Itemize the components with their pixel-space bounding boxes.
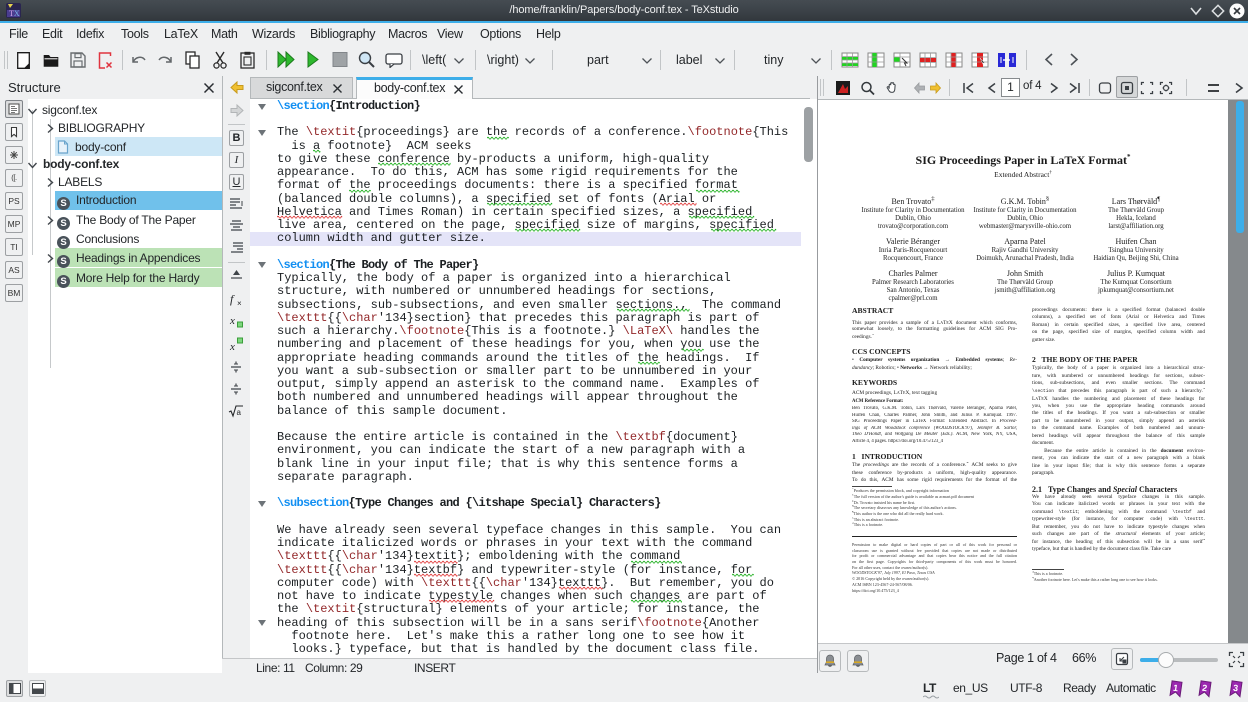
svg-text:a: a xyxy=(237,408,242,417)
svg-text:f: f xyxy=(230,292,235,306)
svg-text:×: × xyxy=(237,299,242,307)
svg-text:x: x xyxy=(229,315,235,327)
svg-text:x: x xyxy=(229,341,235,352)
